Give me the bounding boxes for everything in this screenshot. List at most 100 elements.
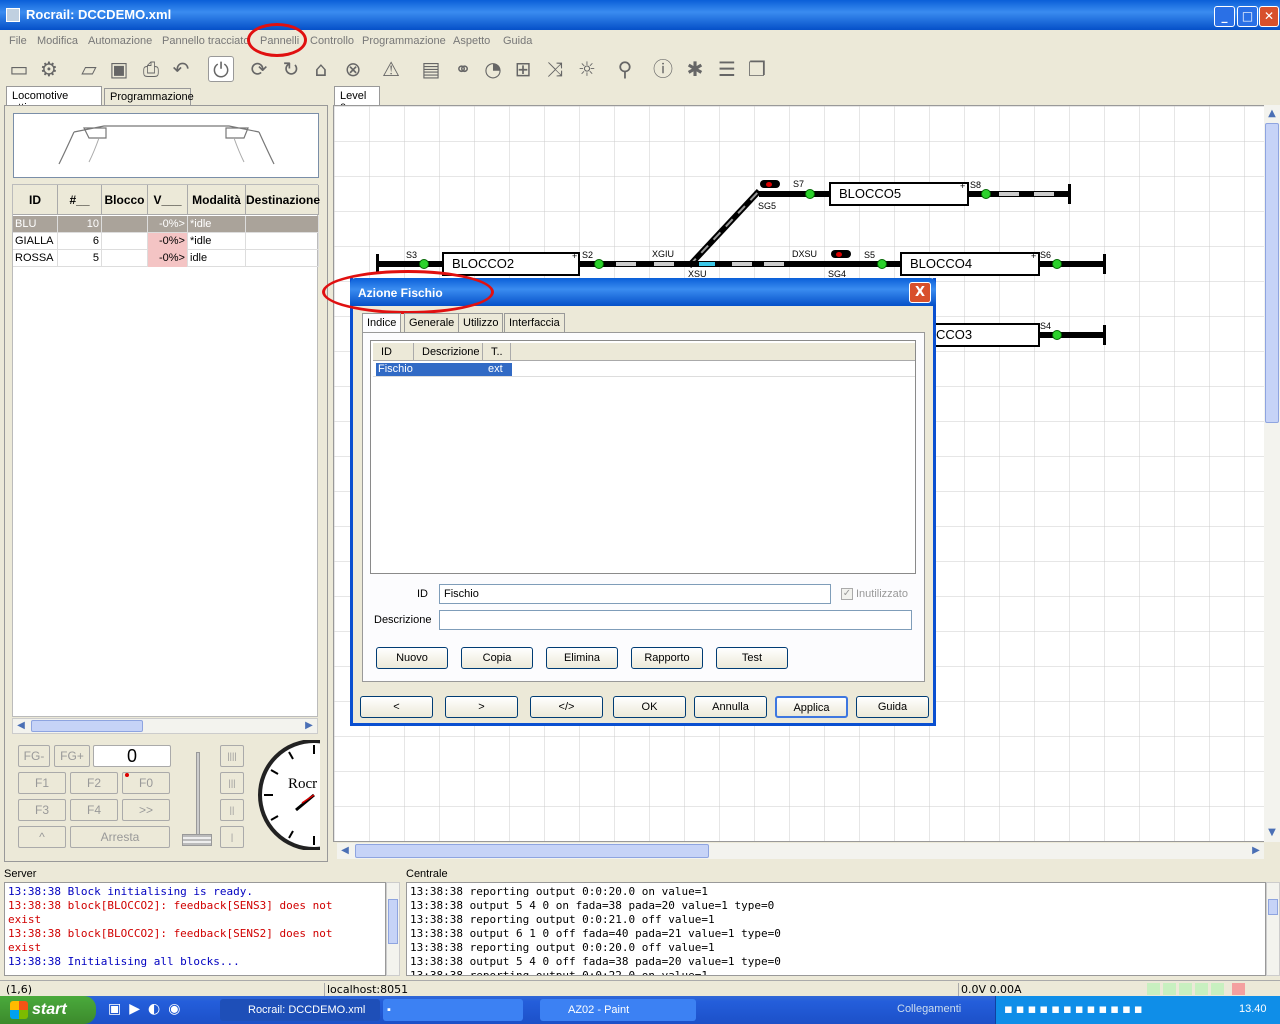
fg-plus-button[interactable]: FG+ [54, 745, 90, 767]
scroll-thumb[interactable] [31, 720, 143, 732]
server-log-scrollbar[interactable] [386, 882, 400, 976]
id-field[interactable]: Fischio [439, 584, 831, 604]
copia-button[interactable]: Copia [461, 647, 533, 669]
warning-icon[interactable]: ⚠ [378, 56, 404, 82]
tab-locomotive-attive[interactable]: Locomotive attive [6, 86, 102, 114]
speed-slider-thumb[interactable] [182, 834, 212, 846]
settings-icon[interactable]: ⚙ [36, 56, 62, 82]
scroll-thumb[interactable] [355, 844, 709, 858]
scroll-right-icon[interactable]: ▶ [301, 719, 317, 733]
undo-icon[interactable]: ↶ [168, 56, 194, 82]
save-icon[interactable]: ▣ [106, 56, 132, 82]
signal-s3[interactable] [419, 259, 429, 269]
server-log[interactable]: 13:38:38 Block initialising is ready. 13:… [4, 882, 386, 976]
scroll-thumb[interactable] [1268, 899, 1278, 915]
table-row[interactable]: GIALLA 6 -0%> *idle [13, 233, 319, 250]
reset-icon[interactable]: ↻ [278, 56, 304, 82]
central-log[interactable]: 13:38:38 reporting output 0:0:20.0 on va… [406, 882, 1266, 976]
dialog-tab-indice[interactable]: Indice [362, 313, 402, 334]
f4-button[interactable]: F4 [70, 799, 118, 821]
elimina-button[interactable]: Elimina [546, 647, 618, 669]
direction-button[interactable]: ^ [18, 826, 66, 848]
list-header-type[interactable]: T.. [483, 343, 511, 361]
scroll-left-icon[interactable]: ◀ [337, 844, 353, 858]
test-button[interactable]: Test [716, 647, 788, 669]
minimize-button[interactable]: _ [1214, 6, 1235, 27]
menu-file[interactable]: File [9, 35, 27, 47]
speed-step-2-button[interactable]: || [220, 799, 244, 821]
speed-step-1-button[interactable]: | [220, 826, 244, 848]
col-header-speed[interactable]: V___ [148, 185, 188, 215]
col-header-id[interactable]: ID [13, 185, 58, 215]
central-log-scrollbar[interactable] [1266, 882, 1280, 976]
track-segment[interactable] [376, 261, 442, 267]
cancel-icon[interactable]: ⊗ [340, 56, 366, 82]
block-blocco5[interactable]: BLOCCO5 [829, 182, 969, 206]
shuffle-icon[interactable]: ⤨ [542, 56, 568, 82]
scroll-thumb[interactable] [1265, 123, 1279, 423]
canvas-vertical-scrollbar[interactable]: ▲ ▼ [1264, 105, 1280, 842]
more-functions-button[interactable]: >> [122, 799, 170, 821]
maximize-button[interactable]: □ [1237, 6, 1258, 27]
scroll-up-icon[interactable]: ▲ [1264, 107, 1280, 121]
f3-button[interactable]: F3 [18, 799, 66, 821]
tray-icons[interactable]: ▪▪▪▪▪▪▪▪▪▪▪▪ [1004, 1002, 1232, 1018]
f1-button[interactable]: F1 [18, 772, 66, 794]
arresta-button[interactable]: Arresta [70, 826, 170, 848]
print-icon[interactable]: ⎙ [138, 56, 164, 82]
menu-aspetto[interactable]: Aspetto [453, 35, 490, 47]
list-icon[interactable]: ☰ [714, 56, 740, 82]
signal-s6[interactable] [1052, 259, 1062, 269]
signal-s7[interactable] [805, 189, 815, 199]
fg-minus-button[interactable]: FG- [18, 745, 50, 767]
loco-table-scrollbar[interactable]: ◀ ▶ [12, 718, 318, 734]
f0-button[interactable]: F0 [122, 772, 170, 794]
close-window-button[interactable]: ✕ [1259, 6, 1279, 27]
descrizione-field[interactable] [439, 610, 912, 630]
col-header-address[interactable]: #__ [58, 185, 102, 215]
signal-s4[interactable] [1052, 330, 1062, 340]
quick-launch-icons[interactable]: ▣▶◐◉ [108, 1001, 198, 1019]
list-item[interactable]: Fischio ext [376, 363, 512, 376]
task-paint[interactable]: AZ02 - Paint [540, 999, 696, 1021]
scroll-left-icon[interactable]: ◀ [13, 719, 29, 733]
previous-button[interactable]: < [360, 696, 433, 718]
track-segment[interactable] [1040, 332, 1104, 338]
applica-button[interactable]: Applica [775, 696, 848, 718]
col-header-destinazione[interactable]: Destinazione [246, 185, 320, 215]
block-blocco4[interactable]: BLOCCO4 [900, 252, 1040, 276]
f2-button[interactable]: F2 [70, 772, 118, 794]
speed-step-3-button[interactable]: ||| [220, 772, 244, 794]
search-icon[interactable]: ⚲ [612, 56, 638, 82]
dialog-tab-utilizzo[interactable]: Utilizzo [458, 313, 504, 333]
menu-automazione[interactable]: Automazione [88, 35, 152, 47]
scroll-thumb[interactable] [388, 899, 398, 944]
ok-button[interactable]: OK [613, 696, 686, 718]
inutilizzato-checkbox[interactable]: ✓ [841, 588, 853, 600]
dialog-tab-interfaccia[interactable]: Interfaccia [504, 313, 565, 333]
scroll-right-icon[interactable]: ▶ [1248, 844, 1264, 858]
signal-s2[interactable] [594, 259, 604, 269]
dialog-tab-generale[interactable]: Generale [404, 313, 460, 333]
col-header-blocco[interactable]: Blocco [102, 185, 148, 215]
menu-programmazione[interactable]: Programmazione [362, 35, 446, 47]
speed-slider[interactable] [182, 748, 212, 848]
menu-guida[interactable]: Guida [503, 35, 532, 47]
list-header-descrizione[interactable]: Descrizione [414, 343, 483, 361]
power-icon[interactable]: ⏻ [208, 56, 234, 82]
home-icon[interactable]: ⌂ [308, 56, 334, 82]
xml-button[interactable]: </> [530, 696, 603, 718]
network-icon[interactable]: ⊞ [510, 56, 536, 82]
guida-button[interactable]: Guida [856, 696, 929, 718]
task-console[interactable]: ▪ [383, 999, 523, 1021]
locomotive-icon[interactable]: ▤ [418, 56, 444, 82]
cars-icon[interactable]: ⚭ [450, 56, 476, 82]
speed-step-4-button[interactable]: |||| [220, 745, 244, 767]
list-header-id[interactable]: ID [373, 343, 414, 361]
track-segment[interactable] [1040, 261, 1104, 267]
block-blocco2[interactable]: BLOCCO2 [442, 252, 580, 276]
scroll-down-icon[interactable]: ▼ [1264, 826, 1280, 840]
open-folder-icon[interactable]: ▱ [76, 56, 102, 82]
tab-programmazione[interactable]: Programmazione [104, 88, 194, 106]
menu-pannello-tracciato[interactable]: Pannello tracciato [162, 35, 249, 47]
